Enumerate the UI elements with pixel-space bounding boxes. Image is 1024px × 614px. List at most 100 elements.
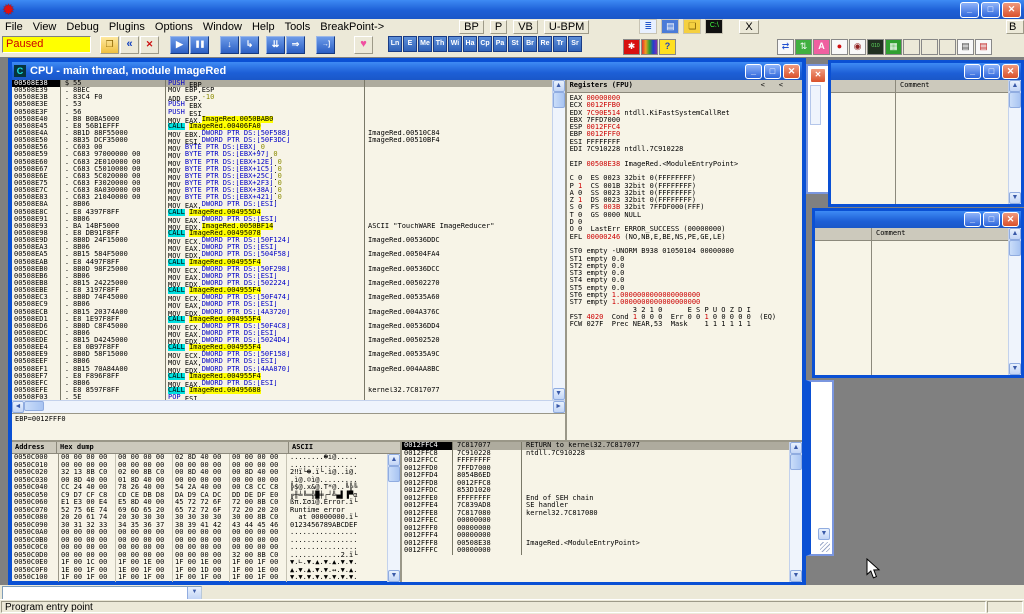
- register-line[interactable]: FCW 027F Prec NEAR,53 Mask 1 1 1 1 1 1: [570, 321, 802, 328]
- swap-arrows-icon[interactable]: ⇄: [777, 39, 794, 55]
- toolbar-letter-th[interactable]: Th: [433, 36, 447, 52]
- main-titlebar[interactable]: ✹ _ □ ✕: [0, 0, 1024, 19]
- cpu-close-button[interactable]: ✕: [783, 64, 800, 79]
- disasm-row[interactable]: 00508EF1.8B15 70A84A00MOV EDX,DWORD PTR …: [12, 366, 552, 373]
- record-dot-icon[interactable]: ●: [831, 39, 848, 55]
- step-over-button[interactable]: ↳: [240, 36, 259, 54]
- scroll-track[interactable]: [44, 401, 553, 413]
- disasm-row[interactable]: 00508E9D.8B0D 24F15000MOV ECX,DWORD PTR …: [12, 237, 552, 244]
- menu-button-p[interactable]: P: [490, 20, 507, 34]
- cpu-minimize-button[interactable]: _: [745, 64, 762, 79]
- disasm-row[interactable]: 00508EEF.8B06MOV EAX,DWORD PTR DS:[ESI]: [12, 358, 552, 365]
- disasm-row[interactable]: 00508E3F.56PUSH ESI: [12, 109, 552, 116]
- disasm-row[interactable]: 00508EB0.8B0D 98F25000MOV ECX,DWORD PTR …: [12, 266, 552, 273]
- close-program-button[interactable]: ✕: [140, 36, 159, 54]
- disasm-row[interactable]: 00508EB6.8B06MOV EAX,DWORD PTR DS:[ESI]: [12, 273, 552, 280]
- registers-header[interactable]: Registers (FPU) < <: [567, 80, 802, 93]
- binary-icon[interactable]: 010: [867, 39, 884, 55]
- disasm-row[interactable]: 00508E7C.C683 8A030000 00MOV BYTE PTR DS…: [12, 187, 552, 194]
- dump-scrollbar[interactable]: ▲ ▼: [387, 454, 400, 582]
- green-window-icon[interactable]: ▦: [885, 39, 902, 55]
- panel-scrollbar[interactable]: ▲ ▼: [1008, 80, 1021, 204]
- minimize-button[interactable]: _: [960, 2, 979, 18]
- menu-tools[interactable]: Tools: [280, 21, 316, 33]
- cpu-restore-button[interactable]: □: [764, 64, 781, 79]
- panel2-minimize-button[interactable]: _: [964, 212, 981, 227]
- scroll-track[interactable]: [1009, 108, 1021, 192]
- panel2-address-body[interactable]: [815, 241, 871, 375]
- command-input[interactable]: [3, 587, 187, 599]
- scroll-up-icon[interactable]: ▲: [1009, 228, 1021, 240]
- disasm-row[interactable]: 00508ECB.8B15 20374A00MOV EDX,DWORD PTR …: [12, 309, 552, 316]
- maximize-button[interactable]: □: [981, 2, 1000, 18]
- disasm-row[interactable]: 00508EE9.8B0D 58F15000MOV ECX,DWORD PTR …: [12, 351, 552, 358]
- blank-button-3[interactable]: [939, 39, 956, 55]
- toolbar-letter-br[interactable]: Br: [523, 36, 537, 52]
- menu-help[interactable]: Help: [247, 21, 280, 33]
- disasm-row[interactable]: 00508E40.B8 B0BA5000MOV EAX,ImageRed.005…: [12, 116, 552, 123]
- panel2-close-button[interactable]: ✕: [1002, 212, 1019, 227]
- dump-header-address[interactable]: Address: [12, 442, 57, 453]
- disasm-row[interactable]: 00508EE4.E8 0B97F8FFCALL ImageRed.004955…: [12, 344, 552, 351]
- dump-row[interactable]: 0050C1001F 00 1F 001F 00 1F 001F 00 1F 0…: [12, 574, 387, 582]
- disasm-row[interactable]: 00508EA3.8B06MOV EAX,DWORD PTR DS:[ESI]: [12, 244, 552, 251]
- pane-collapse-icon-2[interactable]: <: [779, 81, 783, 92]
- disasm-row[interactable]: 00508E83.C683 21040000 00MOV BYTE PTR DS…: [12, 194, 552, 201]
- disasm-row[interactable]: 00508E4A.8B1D 88F55000MOV EBX,DWORD PTR …: [12, 130, 552, 137]
- list-icon-2[interactable]: ▤: [975, 39, 992, 55]
- restart-button[interactable]: «: [120, 36, 139, 54]
- info-pane[interactable]: EBP=0012FFF0: [12, 413, 565, 440]
- toolbar-letter-cp[interactable]: Cp: [478, 36, 492, 52]
- scroll-down-icon[interactable]: ▼: [790, 570, 802, 582]
- scroll-down-icon[interactable]: ▼: [553, 388, 565, 400]
- disasm-row[interactable]: 00508E91.8B06MOV EAX,DWORD PTR DS:[ESI]: [12, 216, 552, 223]
- scroll-thumb[interactable]: [24, 401, 44, 411]
- disasm-row[interactable]: 00508E8C.E8 4397F8FFCALL ImageRed.004955…: [12, 209, 552, 216]
- panel2-comment-body[interactable]: [872, 241, 1008, 375]
- disasm-row[interactable]: 00508E38$55PUSH EBP: [12, 80, 552, 87]
- hidden-window-close-icon[interactable]: ✕: [810, 68, 826, 83]
- animate-into-button[interactable]: ⇊: [266, 36, 285, 54]
- panel-comment-body[interactable]: [896, 93, 1008, 204]
- menu-x-button[interactable]: X: [739, 20, 758, 34]
- panel2-restore-button[interactable]: □: [983, 212, 1000, 227]
- disasm-row[interactable]: 00508EFE.E8 8597F8FFCALL ImageRed.004956…: [12, 387, 552, 394]
- letter-a-icon[interactable]: A: [813, 39, 830, 55]
- disasm-row[interactable]: 00508EF7.E8 F896F8FFCALL ImageRed.004955…: [12, 373, 552, 380]
- plugin-heart-button[interactable]: ♥: [354, 36, 373, 54]
- disasm-row[interactable]: 00508E45.E8 56B1EFFFCALL ImageRed.00406F…: [12, 123, 552, 130]
- disasm-row[interactable]: 00508E93.BA 14BF5000MOV EDX,ImageRed.005…: [12, 223, 552, 230]
- stack-row[interactable]: 0012FFFC00000000: [402, 547, 789, 555]
- spiral-icon[interactable]: ◉: [849, 39, 866, 55]
- disasm-row[interactable]: 00508EBE.E8 3197F8FFCALL ImageRed.004955…: [12, 287, 552, 294]
- scroll-right-icon[interactable]: ►: [553, 401, 565, 413]
- disasm-row[interactable]: 00508EAB.E8 4497F8FFCALL ImageRed.004955…: [12, 259, 552, 266]
- help-icon[interactable]: ?: [659, 39, 676, 55]
- hidden-scroll-down-icon[interactable]: ▼: [818, 528, 830, 540]
- scroll-thumb[interactable]: [388, 466, 400, 482]
- animate-over-button[interactable]: ⇒: [286, 36, 305, 54]
- scroll-thumb[interactable]: [1009, 92, 1021, 108]
- scroll-up-icon[interactable]: ▲: [388, 454, 400, 466]
- panel-address-header[interactable]: [831, 80, 895, 93]
- book-icon[interactable]: ▤: [661, 19, 679, 34]
- disasm-row[interactable]: 00508EDE.8B15 D4245000MOV EDX,DWORD PTR …: [12, 337, 552, 344]
- disasm-row[interactable]: 00508EFC.8B06MOV EAX,DWORD PTR DS:[ESI]: [12, 380, 552, 387]
- disasm-row[interactable]: 00508E6E.C683 5C020000 00MOV BYTE PTR DS…: [12, 173, 552, 180]
- register-line[interactable]: EIP 00508E38 ImageRed.<ModuleEntryPoint>: [570, 161, 802, 168]
- disasm-row[interactable]: 00508E3E.53PUSH EBX: [12, 101, 552, 108]
- toolbar-letter-ln[interactable]: Ln: [388, 36, 402, 52]
- panel-restore-button[interactable]: □: [983, 64, 1000, 79]
- disasm-row[interactable]: 00508EC9.8B06MOV EAX,DWORD PTR DS:[ESI]: [12, 301, 552, 308]
- panel-close-button[interactable]: ✕: [1002, 64, 1019, 79]
- resize-grip[interactable]: [820, 542, 830, 552]
- disasm-row[interactable]: 00508E60.C683 2E010000 00MOV BYTE PTR DS…: [12, 159, 552, 166]
- scroll-down-icon[interactable]: ▼: [388, 570, 400, 582]
- toolbar-letter-wi[interactable]: Wi: [448, 36, 462, 52]
- comment-panel-top-titlebar[interactable]: _ □ ✕: [831, 63, 1021, 80]
- stack-scrollbar[interactable]: ▲ ▼: [789, 442, 802, 582]
- scroll-thumb[interactable]: [553, 92, 565, 108]
- run-button[interactable]: ▶: [170, 36, 189, 54]
- comment-panel-bottom-titlebar[interactable]: _ □ ✕: [815, 211, 1021, 228]
- menu-button-vb[interactable]: VB: [513, 20, 538, 34]
